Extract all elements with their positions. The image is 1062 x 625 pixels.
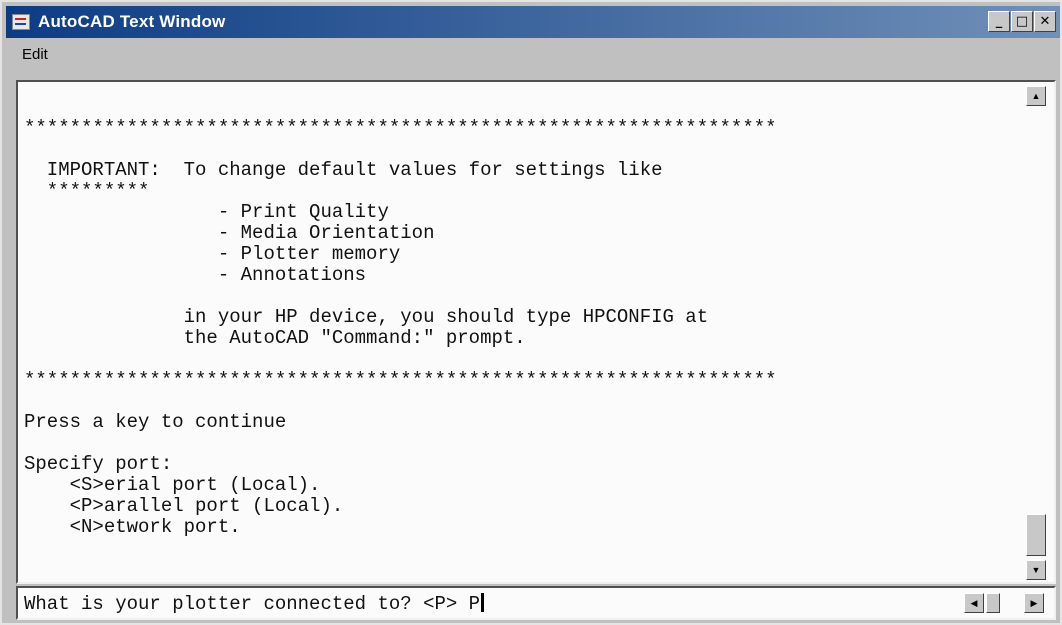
- title-bar[interactable]: AutoCAD Text Window _ □ ✕: [6, 6, 1060, 38]
- command-line[interactable]: What is your plotter connected to? <P> P…: [16, 586, 1056, 620]
- autocad-text-window: AutoCAD Text Window _ □ ✕ Edit *********…: [0, 0, 1062, 625]
- text-line: - Annotations: [24, 264, 367, 286]
- text-history-lines: ****************************************…: [24, 118, 777, 538]
- scroll-right-button[interactable]: ▶: [1024, 593, 1044, 613]
- text-history-pane[interactable]: ****************************************…: [16, 80, 1056, 584]
- command-prompt-text: What is your plotter connected to? <P> P: [24, 593, 481, 615]
- text-line: <N>etwork port.: [24, 516, 241, 538]
- scroll-down-button[interactable]: ▼: [1026, 560, 1046, 580]
- scroll-left-button[interactable]: ◀: [964, 593, 984, 613]
- menu-bar: Edit: [6, 40, 1060, 68]
- command-input[interactable]: What is your plotter connected to? <P> P: [24, 593, 485, 615]
- text-line: Specify port:: [24, 453, 173, 475]
- window-controls: _ □ ✕: [988, 11, 1056, 32]
- text-line: in your HP device, you should type HPCON…: [24, 306, 709, 328]
- text-line: - Plotter memory: [24, 243, 401, 265]
- text-line: <P>arallel port (Local).: [24, 495, 344, 517]
- maximize-button[interactable]: □: [1011, 11, 1033, 32]
- text-line: <S>erial port (Local).: [24, 474, 321, 496]
- text-line: Press a key to continue: [24, 411, 287, 433]
- text-line: IMPORTANT: To change default values for …: [24, 159, 663, 181]
- text-line: *********: [24, 180, 150, 202]
- text-caret: [481, 593, 485, 612]
- text-line: the AutoCAD "Command:" prompt.: [24, 327, 526, 349]
- close-button[interactable]: ✕: [1034, 11, 1056, 32]
- scroll-left-arrow-icon: ◀: [970, 597, 978, 608]
- scroll-up-button[interactable]: ▲: [1026, 86, 1046, 106]
- text-line: ****************************************…: [24, 369, 777, 391]
- scroll-thumb[interactable]: [1026, 514, 1046, 556]
- scroll-right-arrow-icon: ▶: [1030, 597, 1038, 608]
- scroll-down-arrow-icon: ▼: [1031, 565, 1041, 575]
- text-line: ****************************************…: [24, 117, 777, 139]
- scroll-up-arrow-icon: ▲: [1031, 91, 1041, 101]
- horizontal-scrollbar[interactable]: ◀ ▶: [964, 593, 1044, 615]
- window-title: AutoCAD Text Window: [38, 12, 226, 31]
- vertical-scrollbar[interactable]: ▲ ▼: [1026, 86, 1050, 580]
- text-line: - Media Orientation: [24, 222, 435, 244]
- autocad-app-icon[interactable]: [12, 14, 30, 30]
- scroll-track-block[interactable]: [986, 593, 1000, 613]
- menu-edit[interactable]: Edit: [6, 46, 66, 63]
- minimize-button[interactable]: _: [988, 11, 1010, 32]
- text-line: - Print Quality: [24, 201, 389, 223]
